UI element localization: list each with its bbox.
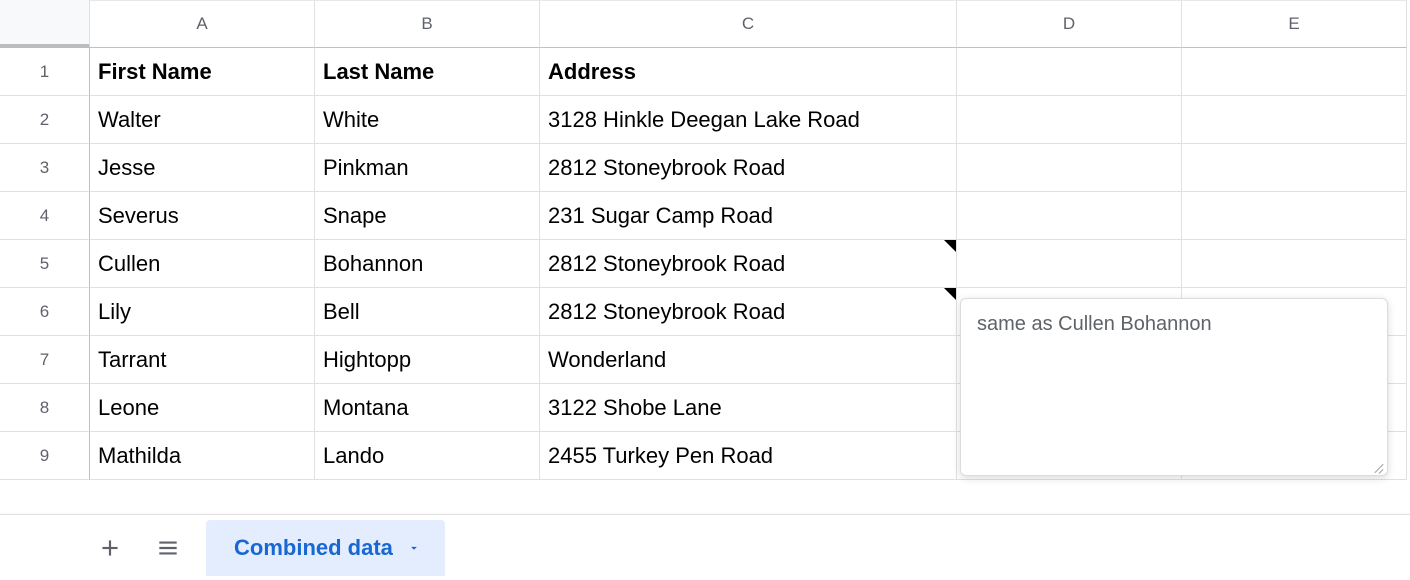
note-text: same as Cullen Bohannon: [977, 313, 1212, 335]
cell-c4[interactable]: 231 Sugar Camp Road: [540, 192, 957, 240]
cell-c6[interactable]: 2812 Stoneybrook Road: [540, 288, 957, 336]
plus-icon: [97, 535, 123, 561]
caret-down-icon: [407, 541, 421, 555]
resize-handle-icon[interactable]: [1369, 457, 1383, 471]
cell-value: 2812 Stoneybrook Road: [548, 251, 785, 277]
cell-c9[interactable]: 2455 Turkey Pen Road: [540, 432, 957, 480]
cell-e2[interactable]: [1182, 96, 1407, 144]
cell-e3[interactable]: [1182, 144, 1407, 192]
table-row: Cullen Bohannon 2812 Stoneybrook Road: [90, 240, 1407, 288]
cell-b4[interactable]: Snape: [315, 192, 540, 240]
cell-a5[interactable]: Cullen: [90, 240, 315, 288]
table-row: Jesse Pinkman 2812 Stoneybrook Road: [90, 144, 1407, 192]
sheet-tab-label: Combined data: [234, 535, 393, 561]
row-headers: 1 2 3 4 5 6 7 8 9: [0, 48, 90, 480]
all-sheets-button[interactable]: [148, 528, 188, 568]
add-sheet-button[interactable]: [90, 528, 130, 568]
cell-e1[interactable]: [1182, 48, 1407, 96]
cell-b8[interactable]: Montana: [315, 384, 540, 432]
row-header-1[interactable]: 1: [0, 48, 90, 96]
column-header-d[interactable]: D: [957, 0, 1182, 48]
table-row: Severus Snape 231 Sugar Camp Road: [90, 192, 1407, 240]
cell-c8[interactable]: 3122 Shobe Lane: [540, 384, 957, 432]
cell-c3[interactable]: 2812 Stoneybrook Road: [540, 144, 957, 192]
cell-c2[interactable]: 3128 Hinkle Deegan Lake Road: [540, 96, 957, 144]
table-row: Walter White 3128 Hinkle Deegan Lake Roa…: [90, 96, 1407, 144]
cell-d3[interactable]: [957, 144, 1182, 192]
row-header-5[interactable]: 5: [0, 240, 90, 288]
cell-c7[interactable]: Wonderland: [540, 336, 957, 384]
sheet-tab-dropdown[interactable]: [407, 541, 421, 555]
cell-b1[interactable]: Last Name: [315, 48, 540, 96]
row-header-4[interactable]: 4: [0, 192, 90, 240]
cell-d4[interactable]: [957, 192, 1182, 240]
cell-b7[interactable]: Hightopp: [315, 336, 540, 384]
column-header-c[interactable]: C: [540, 0, 957, 48]
cell-d1[interactable]: [957, 48, 1182, 96]
cell-b2[interactable]: White: [315, 96, 540, 144]
row-header-3[interactable]: 3: [0, 144, 90, 192]
note-indicator-icon[interactable]: [944, 288, 956, 300]
sheet-tab-active[interactable]: Combined data: [206, 520, 445, 576]
cell-a2[interactable]: Walter: [90, 96, 315, 144]
cell-b3[interactable]: Pinkman: [315, 144, 540, 192]
cell-a6[interactable]: Lily: [90, 288, 315, 336]
cell-d2[interactable]: [957, 96, 1182, 144]
column-header-a[interactable]: A: [90, 0, 315, 48]
table-row: First Name Last Name Address: [90, 48, 1407, 96]
sheet-tab-bar: Combined data: [0, 514, 1410, 580]
cell-b9[interactable]: Lando: [315, 432, 540, 480]
column-header-b[interactable]: B: [315, 0, 540, 48]
row-header-8[interactable]: 8: [0, 384, 90, 432]
row-header-6[interactable]: 6: [0, 288, 90, 336]
column-headers: A B C D E: [90, 0, 1407, 48]
cell-a8[interactable]: Leone: [90, 384, 315, 432]
column-header-e[interactable]: E: [1182, 0, 1407, 48]
cell-c5[interactable]: 2812 Stoneybrook Road: [540, 240, 957, 288]
row-header-7[interactable]: 7: [0, 336, 90, 384]
cell-a7[interactable]: Tarrant: [90, 336, 315, 384]
cell-b5[interactable]: Bohannon: [315, 240, 540, 288]
cell-c1[interactable]: Address: [540, 48, 957, 96]
cell-note-popup[interactable]: same as Cullen Bohannon: [960, 298, 1388, 476]
cell-e5[interactable]: [1182, 240, 1407, 288]
cell-b6[interactable]: Bell: [315, 288, 540, 336]
cell-a3[interactable]: Jesse: [90, 144, 315, 192]
row-header-2[interactable]: 2: [0, 96, 90, 144]
cell-d5[interactable]: [957, 240, 1182, 288]
note-indicator-icon[interactable]: [944, 240, 956, 252]
row-header-9[interactable]: 9: [0, 432, 90, 480]
cell-a1[interactable]: First Name: [90, 48, 315, 96]
menu-icon: [155, 535, 181, 561]
select-all-corner[interactable]: [0, 0, 90, 48]
cell-value: 2812 Stoneybrook Road: [548, 299, 785, 325]
cell-a4[interactable]: Severus: [90, 192, 315, 240]
cell-a9[interactable]: Mathilda: [90, 432, 315, 480]
cell-e4[interactable]: [1182, 192, 1407, 240]
